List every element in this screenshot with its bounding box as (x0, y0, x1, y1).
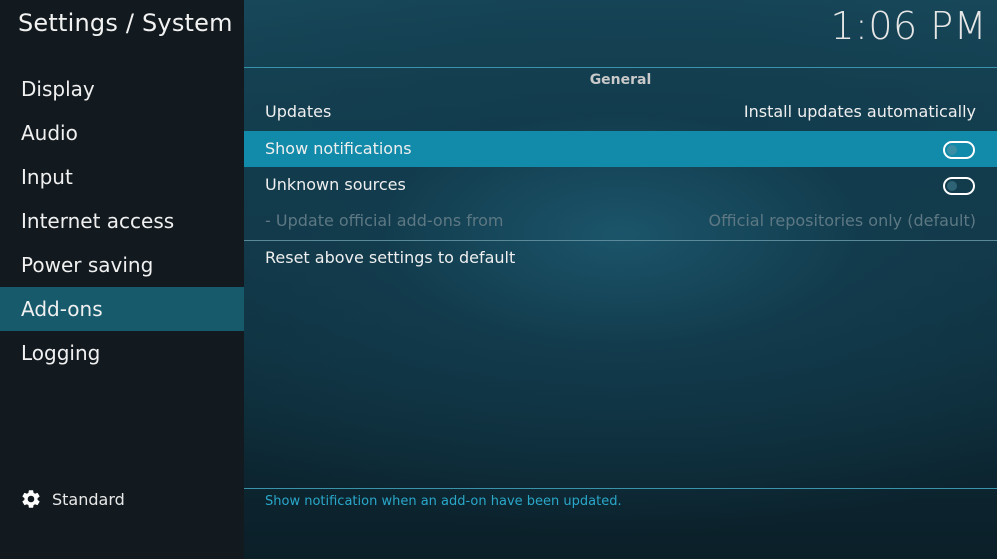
reset-label: Reset above settings to default (265, 248, 516, 267)
settings-level-button[interactable]: Standard (20, 487, 125, 511)
setting-label: Updates (265, 102, 332, 121)
group-title: General (589, 72, 652, 88)
settings-level-label: Standard (52, 489, 125, 509)
toggle-knob (947, 181, 957, 191)
toggle-switch[interactable] (943, 141, 975, 159)
sidebar: Settings / System Display Audio Input In… (0, 0, 244, 559)
sidebar-item-audio[interactable]: Audio (0, 111, 244, 155)
toggle-switch[interactable] (943, 177, 975, 195)
sidebar-item-display[interactable]: Display (0, 67, 244, 111)
setting-label: Unknown sources (265, 175, 406, 194)
sidebar-item-power-saving[interactable]: Power saving (0, 243, 244, 287)
setting-show-notifications[interactable]: Show notifications (244, 131, 997, 167)
divider (244, 67, 997, 68)
setting-value: Install updates automatically (743, 102, 976, 121)
setting-unknown-sources[interactable]: Unknown sources (244, 167, 997, 203)
clock: 1:06 PM (830, 4, 987, 48)
setting-value: Official repositories only (default) (708, 211, 977, 230)
divider (244, 488, 997, 489)
sidebar-item-logging[interactable]: Logging (0, 331, 244, 375)
sidebar-item-add-ons[interactable]: Add-ons (0, 287, 244, 331)
settings-panel: 1:06 PM General Updates Install updates … (244, 0, 997, 559)
setting-label: Show notifications (265, 139, 412, 158)
sidebar-item-internet-access[interactable]: Internet access (0, 199, 244, 243)
setting-update-official-addons-from: - Update official add-ons from Official … (244, 203, 997, 239)
page-title: Settings / System (18, 9, 233, 37)
setting-description: Show notification when an add-on have be… (265, 494, 622, 509)
setting-updates[interactable]: Updates Install updates automatically (244, 94, 997, 130)
gear-icon (22, 490, 40, 508)
reset-settings-button[interactable]: Reset above settings to default (244, 240, 997, 276)
sidebar-nav: Display Audio Input Internet access Powe… (0, 67, 244, 375)
sidebar-item-input[interactable]: Input (0, 155, 244, 199)
toggle-knob (947, 145, 957, 155)
setting-label: - Update official add-ons from (265, 211, 504, 230)
settings-window: Settings / System Display Audio Input In… (0, 0, 997, 559)
